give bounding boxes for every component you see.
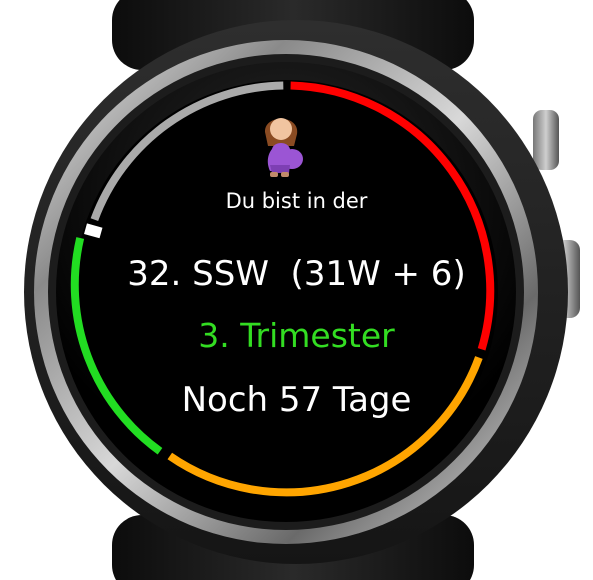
- watch-face-screen: Du bist in der 32. SSW (31W + 6) 3. Trim…: [0, 0, 593, 580]
- pregnancy-week-label: 32. SSW (31W + 6): [127, 254, 466, 294]
- days-remaining-label: Noch 57 Tage: [181, 380, 412, 420]
- watch-side-button-upper[interactable]: [533, 110, 559, 170]
- current-week-marker: [84, 223, 103, 239]
- trimester-label: 3. Trimester: [198, 316, 395, 355]
- intro-label: Du bist in der: [225, 189, 368, 213]
